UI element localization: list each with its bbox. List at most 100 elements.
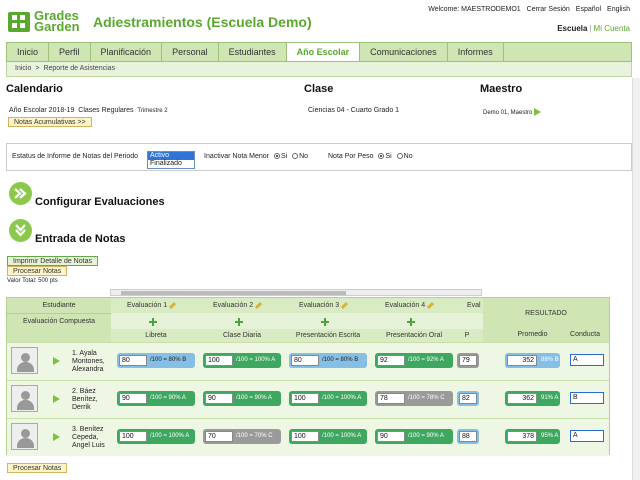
pencil-icon[interactable]	[169, 301, 177, 309]
nav-tab-1[interactable]: Perfil	[49, 43, 91, 61]
weight-no-label: No	[403, 153, 413, 160]
grade-cell: 100/100 = 100% A	[117, 429, 195, 444]
grade-cell: 90/100 = 90% A	[117, 391, 195, 406]
header-result: RESULTADO	[483, 298, 609, 329]
grade-result-text: /100 = 90% A	[236, 395, 272, 401]
breadcrumb-current: Reporte de Asistencias	[43, 65, 116, 72]
grade-cell: 88	[457, 429, 479, 444]
person-silhouette-icon	[11, 423, 38, 450]
nav-tab-2[interactable]: Planificación	[91, 43, 163, 61]
grade-result-text: /100 = 80% B	[322, 357, 359, 363]
col-conducta: Conducta	[570, 331, 600, 338]
green-plus-icon[interactable]	[407, 318, 415, 326]
pencil-icon[interactable]	[341, 301, 349, 309]
page-title: Adiestramientos (Escuela Demo)	[93, 14, 312, 30]
breadcrumb-sep: >	[35, 65, 40, 72]
status-label: Estatus de Informe de Notas del Periodo	[12, 153, 139, 160]
grid-logo-icon	[8, 12, 30, 32]
school-link[interactable]: Escuela	[557, 24, 587, 33]
grade-input[interactable]: 90	[377, 431, 405, 442]
eval-header-label: Evaluación 1	[127, 302, 168, 309]
double-chevron-icon[interactable]	[9, 182, 32, 205]
configure-evaluations-heading[interactable]: Configurar Evaluaciones	[35, 196, 165, 208]
student-name: 3. Benítez Cepeda, Angel Luis	[72, 426, 105, 449]
grid-horizontal-scrollbar[interactable]	[110, 289, 482, 296]
names-spacer	[7, 329, 111, 342]
double-chevron-down-icon[interactable]	[9, 219, 32, 242]
weight-no-radio[interactable]	[396, 153, 403, 160]
grade-cell: 78/100 = 78% C	[375, 391, 453, 406]
process-grades-button-bottom[interactable]: Procesar Notas	[7, 463, 68, 473]
grade-input[interactable]: 100	[291, 393, 319, 404]
green-arrow-right-icon[interactable]	[53, 433, 60, 441]
my-account-link[interactable]: Mi Cuenta	[594, 24, 630, 33]
grade-input[interactable]: 82	[459, 393, 477, 404]
grade-input[interactable]: 70	[205, 431, 233, 442]
weight-yes-radio[interactable]	[378, 153, 385, 160]
minor-grade-no-radio[interactable]	[292, 153, 299, 160]
weight-yes-label: Si	[385, 153, 392, 160]
status-option-finalized[interactable]: Finalizado	[148, 160, 194, 168]
nav-tab-5[interactable]: Año Escolar	[286, 43, 361, 61]
grade-input[interactable]: 90	[119, 393, 147, 404]
green-arrow-right-icon[interactable]	[534, 108, 542, 116]
minor-grade-label: Inactivar Nota Menor	[204, 153, 269, 160]
conduct-input[interactable]: B	[570, 392, 604, 404]
print-detail-button[interactable]: Imprimir Detalle de Notas	[7, 256, 98, 266]
logout-link[interactable]: Cerrar Sesión	[527, 6, 570, 13]
average-cell: 352 88% B	[505, 353, 560, 368]
pencil-icon[interactable]	[255, 301, 263, 309]
welcome-text: Welcome: MAESTRODEMO1	[428, 6, 521, 13]
status-option-active[interactable]: Activo	[148, 152, 194, 160]
eval-name-0: Libreta	[145, 332, 167, 339]
green-plus-icon[interactable]	[321, 318, 329, 326]
scrollbar-thumb[interactable]	[121, 291, 346, 295]
grade-input[interactable]: 88	[459, 431, 477, 442]
grade-input[interactable]: 100	[205, 355, 233, 366]
nav-tab-0[interactable]: Inicio	[7, 43, 50, 61]
green-plus-icon[interactable]	[235, 318, 243, 326]
lang-en-link[interactable]: English	[607, 6, 630, 13]
grade-input[interactable]: 78	[377, 393, 405, 404]
average-text: 88% B	[541, 357, 559, 363]
account-links: Escuela | Mi Cuenta	[557, 24, 630, 33]
breadcrumb-home[interactable]: Inicio	[15, 65, 31, 72]
cumulative-grades-button[interactable]: Notas Acumulativas >>	[8, 117, 92, 127]
page-vertical-scrollbar[interactable]	[632, 78, 640, 480]
nav-tab-6[interactable]: Comunicaciones	[360, 43, 448, 61]
grade-result-text: /100 = 100% A	[150, 433, 190, 439]
grade-input[interactable]: 80	[291, 355, 319, 366]
nav-tab-7[interactable]: Informes	[448, 43, 504, 61]
grade-input[interactable]: 100	[291, 431, 319, 442]
lang-es-link[interactable]: Español	[576, 6, 601, 13]
grade-input[interactable]: 90	[205, 393, 233, 404]
total-value: Valor Total: 500 pts	[7, 278, 58, 284]
eval-header-3: Evaluación 4	[385, 301, 435, 309]
grade-cell: 90/100 = 90% A	[203, 391, 281, 406]
process-grades-button-top[interactable]: Procesar Notas	[7, 266, 68, 276]
average-text: 95% A	[541, 433, 559, 439]
nav-tab-4[interactable]: Estudiantes	[219, 43, 287, 61]
status-listbox[interactable]: Activo Finalizado	[147, 151, 195, 169]
minor-grade-yes-radio[interactable]	[273, 153, 280, 160]
main-nav: Inicio Perfil Planificación Personal Estudia…	[6, 42, 632, 62]
green-arrow-right-icon[interactable]	[53, 357, 60, 365]
nav-tab-3[interactable]: Personal	[162, 43, 219, 61]
grade-result-text: /100 = 90% A	[150, 395, 186, 401]
eval-header-1: Evaluación 2	[213, 301, 263, 309]
grades-grid: Estudiante Evaluación Compuesta RESULTAD…	[6, 297, 610, 456]
conduct-input[interactable]: A	[570, 354, 604, 366]
grade-input[interactable]: 92	[377, 355, 405, 366]
green-plus-icon[interactable]	[149, 318, 157, 326]
grade-result-text: /100 = 78% C	[408, 395, 445, 401]
pencil-icon[interactable]	[427, 301, 435, 309]
grade-input[interactable]: 80	[119, 355, 147, 366]
grade-input[interactable]: 79	[459, 355, 477, 366]
conduct-input[interactable]: A	[570, 430, 604, 442]
average-text: 91% A	[541, 395, 559, 401]
green-arrow-right-icon[interactable]	[53, 395, 60, 403]
teacher-info: Demo 01, Maestro	[483, 108, 542, 116]
app-logo[interactable]: Grades Garden	[8, 9, 88, 34]
grade-input[interactable]: 100	[119, 431, 147, 442]
plus-band	[111, 313, 483, 329]
